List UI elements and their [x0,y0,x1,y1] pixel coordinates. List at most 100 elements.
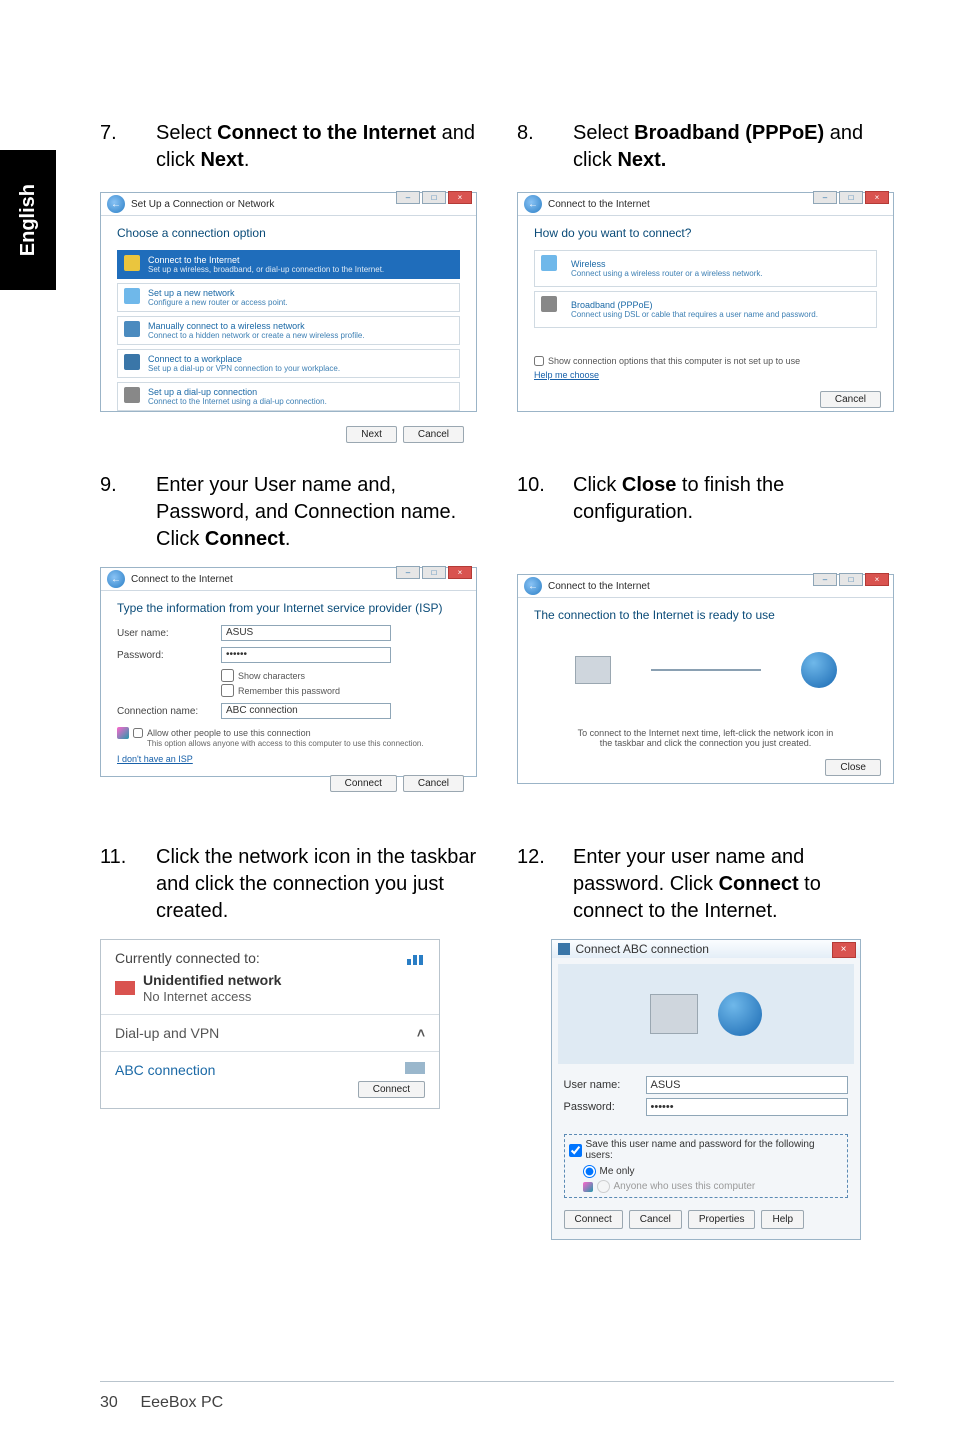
option-dialup[interactable]: Set up a dial-up connection Connect to t… [117,382,460,411]
close-dialog-button[interactable]: Close [825,759,881,776]
flyout-header: Currently connected to: [115,950,260,966]
step-10-number: 10. [517,472,553,530]
username-input[interactable]: ASUS [221,625,391,641]
option-connect-internet[interactable]: Connect to the Internet Set up a wireles… [117,250,460,279]
back-icon[interactable]: ← [524,195,542,213]
back-icon[interactable]: ← [107,570,125,588]
cancel-button[interactable]: Cancel [820,391,881,408]
allow-others-sub: This option allows anyone with access to… [147,739,460,748]
password-label: Password: [117,650,209,661]
cancel-button[interactable]: Cancel [403,775,464,792]
minimize-button[interactable]: – [813,191,837,204]
show-options-checkbox-row: Show connection options that this comput… [534,356,877,366]
allow-others-checkbox[interactable] [133,728,143,738]
chevron-up-icon[interactable]: ˄ [417,1025,425,1041]
back-icon[interactable]: ← [107,195,125,213]
dialog-heading: How do you want to connect? [534,226,877,240]
step-9: 9. Enter your User name and, Password, a… [100,472,477,553]
save-credentials-checkbox[interactable] [569,1144,582,1157]
shield-icon [117,727,129,739]
step-7-number: 7. [100,120,136,178]
username-label: User name: [564,1079,634,1091]
globe-icon [801,652,837,688]
password-label: Password: [564,1101,634,1113]
building-icon [124,354,140,370]
dialog-heading: The connection to the Internet is ready … [534,608,877,622]
connection-name-input[interactable]: ABC connection [221,703,391,719]
window-buttons: – □ × [396,191,472,204]
minimize-button[interactable]: – [813,573,837,586]
cancel-button[interactable]: Cancel [403,426,464,443]
globe-icon [124,255,140,271]
refresh-icon[interactable] [407,951,425,965]
wireless-icon [124,321,140,337]
anyone-radio[interactable] [597,1180,610,1193]
me-only-radio[interactable] [583,1165,596,1178]
cancel-button[interactable]: Cancel [629,1210,682,1229]
option-setup-new-network[interactable]: Set up a new network Configure a new rou… [117,283,460,312]
connect-button[interactable]: Connect [330,775,397,792]
unidentified-network-label: Unidentified network [143,972,281,988]
window-buttons: – □ × [813,573,889,586]
password-input[interactable]: •••••• [646,1098,848,1116]
allow-others-label: Allow other people to use this connectio… [147,728,311,738]
shield-icon [583,1182,593,1192]
dialog-connect-internet: – □ × ← Connect to the Internet How do y… [517,192,894,412]
back-icon[interactable]: ← [524,577,542,595]
show-options-checkbox[interactable] [534,356,544,366]
show-characters-checkbox[interactable] [221,669,234,682]
connection-item[interactable]: ABC connection [115,1062,215,1078]
help-button[interactable]: Help [761,1210,804,1229]
tip-line-1: To connect to the Internet next time, le… [534,728,877,738]
properties-button[interactable]: Properties [688,1210,756,1229]
step-9-number: 9. [100,472,136,553]
option-broadband-pppoe[interactable]: Broadband (PPPoE) Connect using DSL or c… [534,291,877,328]
option-manual-wireless[interactable]: Manually connect to a wireless network C… [117,316,460,345]
help-link[interactable]: Help me choose [534,370,599,380]
maximize-button[interactable]: □ [422,191,446,204]
maximize-button[interactable]: □ [839,573,863,586]
window-buttons: – □ × [813,191,889,204]
maximize-button[interactable]: □ [839,191,863,204]
remember-password-checkbox[interactable] [221,684,234,697]
language-tab: English [0,150,56,290]
dialog-isp-info: – □ × ← Connect to the Internet Type the… [100,567,477,777]
maximize-button[interactable]: □ [422,566,446,579]
close-button[interactable]: × [448,191,472,204]
no-isp-link[interactable]: I don't have an ISP [117,754,193,764]
show-characters-label: Show characters [238,671,305,681]
username-input[interactable]: ASUS [646,1076,848,1094]
dialog-title: Connect to the Internet [548,581,650,592]
step-8-text: Select Broadband (PPPoE) and click Next. [573,120,894,178]
step-11-number: 11. [100,844,136,925]
next-button[interactable]: Next [346,426,397,443]
dialog-setup-connection: – □ × ← Set Up a Connection or Network C… [100,192,477,412]
step-8-number: 8. [517,120,553,178]
page-footer: 30 EeeBox PC [100,1394,223,1412]
password-input[interactable]: •••••• [221,647,391,663]
network-flyout: Currently connected to: Unidentified net… [100,939,440,1109]
footer-rule [100,1381,894,1382]
router-icon [124,288,140,304]
dialog-connect-abc: Connect ABC connection × User name: ASUS… [551,939,861,1240]
close-button[interactable]: × [448,566,472,579]
option-wireless[interactable]: Wireless Connect using a wireless router… [534,250,877,287]
flyout-connect-button[interactable]: Connect [358,1081,425,1098]
connect-button[interactable]: Connect [564,1210,623,1229]
show-options-label: Show connection options that this comput… [548,356,800,366]
wifi-icon [541,255,557,271]
connection-name-label: Connection name: [117,706,209,717]
option-workplace[interactable]: Connect to a workplace Set up a dial-up … [117,349,460,378]
close-button[interactable]: × [865,573,889,586]
tip-line-2: the taskbar and click the connection you… [534,738,877,748]
close-button[interactable]: × [865,191,889,204]
minimize-button[interactable]: – [396,191,420,204]
product-name: EeeBox PC [140,1394,223,1411]
step-12-number: 12. [517,844,553,925]
minimize-button[interactable]: – [396,566,420,579]
remember-password-label: Remember this password [238,686,340,696]
dialog-heading: Type the information from your Internet … [117,601,460,615]
close-button[interactable]: × [832,942,856,958]
step-11: 11. Click the network icon in the taskba… [100,844,477,925]
dialog-connection-ready: – □ × ← Connect to the Internet The conn… [517,574,894,784]
